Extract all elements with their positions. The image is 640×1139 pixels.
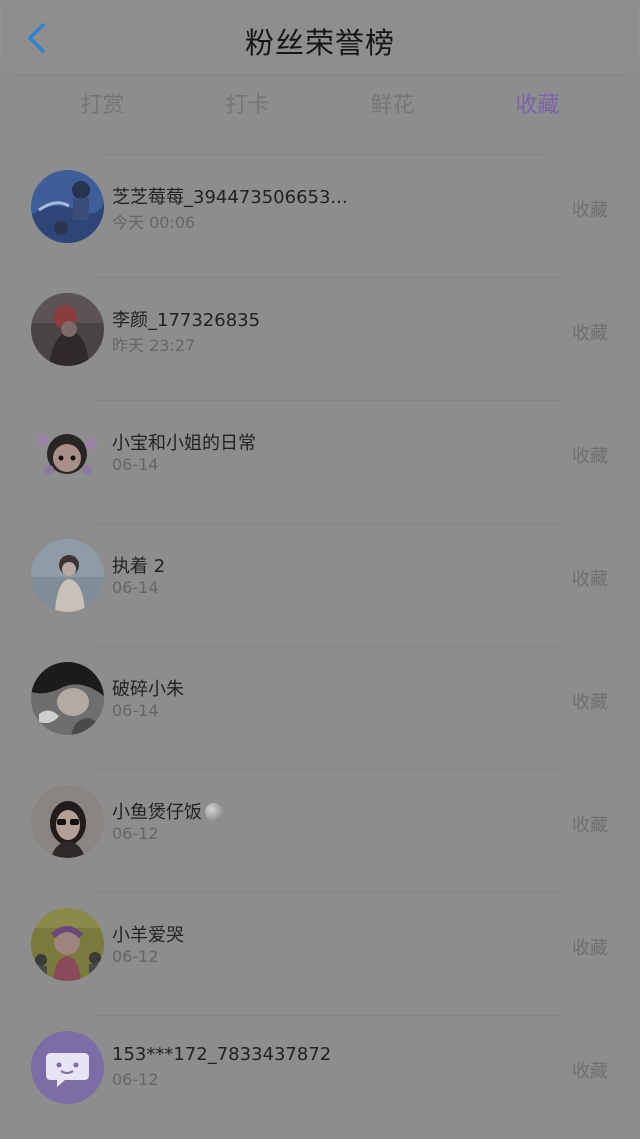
user-name: 小鱼煲仔饭 (112, 798, 223, 824)
avatar[interactable] (31, 416, 104, 489)
user-name: 芝芝莓莓_394473506653... (112, 187, 348, 208)
list-item[interactable]: 芝芝莓莓_394473506653... 今天 00:06 收藏 (0, 155, 640, 278)
list-item[interactable]: 小鱼煲仔饭 06-12 收藏 (0, 770, 640, 893)
action-label: 收藏 (572, 323, 608, 344)
timestamp: 06-12 (112, 824, 159, 843)
list-item[interactable]: 李颜_177326835 昨天 23:27 收藏 (0, 278, 640, 401)
timestamp: 昨天 23:27 (112, 336, 196, 355)
action-label: 收藏 (572, 815, 608, 836)
timestamp: 今天 00:06 (112, 213, 196, 232)
timestamp: 06-12 (112, 947, 159, 966)
tab-checkin[interactable]: 打卡 (175, 86, 320, 126)
action-label: 收藏 (572, 569, 608, 590)
avatar[interactable] (31, 1031, 104, 1104)
moon-icon (205, 803, 223, 821)
avatar[interactable] (31, 662, 104, 735)
nav-header: 粉丝荣誉榜 (0, 0, 640, 74)
user-name: 破碎小朱 (112, 679, 184, 700)
list-item[interactable]: 执着 2 06-14 收藏 (0, 524, 640, 647)
avatar[interactable] (31, 539, 104, 612)
page-title: 粉丝荣誉榜 (244, 26, 395, 60)
fan-list: 芝芝莓莓_394473506653... 今天 00:06 收藏 李颜_1773… (0, 155, 640, 1139)
timestamp: 06-14 (112, 578, 159, 597)
list-item[interactable]: 小宝和小姐的日常 06-14 收藏 (0, 401, 640, 524)
user-name: 李颜_177326835 (112, 310, 261, 331)
action-label: 收藏 (572, 938, 608, 959)
tab-collect[interactable]: 收藏 (465, 86, 610, 126)
user-name: 小羊爱哭 (112, 925, 184, 946)
action-label: 收藏 (572, 200, 608, 221)
user-name: 执着 2 (112, 556, 166, 577)
avatar[interactable] (31, 170, 104, 243)
list-item[interactable]: 小羊爱哭 06-12 收藏 (0, 893, 640, 1016)
action-label: 收藏 (572, 446, 608, 467)
action-label: 收藏 (572, 1061, 608, 1082)
tab-reward[interactable]: 打赏 (30, 86, 175, 126)
list-item[interactable]: 153***172_7833437872 06-12 收藏 (0, 1016, 640, 1139)
list-item[interactable]: 破碎小朱 06-14 收藏 (0, 647, 640, 770)
tab-flowers[interactable]: 鲜花 (320, 86, 465, 126)
avatar[interactable] (31, 785, 104, 858)
action-label: 收藏 (572, 692, 608, 713)
user-name: 153***172_7833437872 (112, 1044, 332, 1065)
timestamp: 06-14 (112, 455, 159, 474)
avatar[interactable] (31, 293, 104, 366)
timestamp: 06-12 (112, 1070, 159, 1089)
timestamp: 06-14 (112, 701, 159, 720)
avatar[interactable] (31, 908, 104, 981)
tab-bar: 打赏 打卡 鲜花 收藏 (30, 86, 610, 126)
user-name: 小宝和小姐的日常 (112, 433, 256, 454)
